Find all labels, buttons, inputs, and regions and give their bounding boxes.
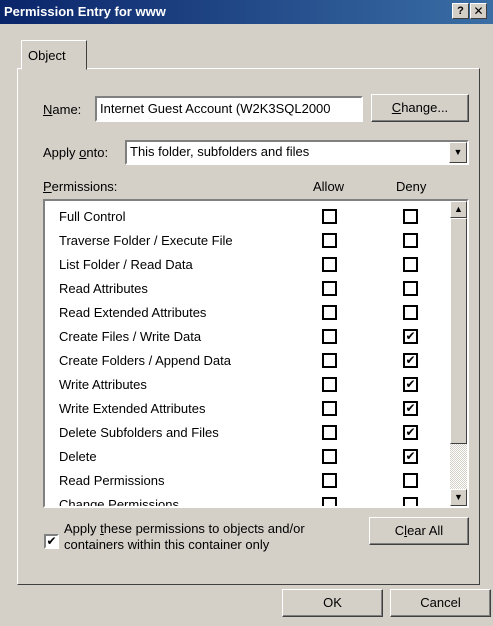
allow-checkbox[interactable]	[322, 425, 337, 440]
allow-checkbox[interactable]	[322, 233, 337, 248]
deny-checkbox[interactable]: ✔	[403, 329, 418, 344]
permission-row: Read Attributes	[59, 278, 439, 300]
name-label: Name:	[43, 102, 82, 117]
permission-name: Read Permissions	[59, 473, 165, 488]
checkmark-icon: ✔	[46, 534, 57, 548]
allow-checkbox[interactable]	[322, 305, 337, 320]
close-button[interactable]: ✕	[470, 3, 487, 19]
permission-name: List Folder / Read Data	[59, 257, 193, 272]
permission-name: Read Extended Attributes	[59, 305, 207, 320]
deny-checkbox[interactable]	[403, 281, 418, 296]
apply-containers-label: Apply these permissions to objects and/o…	[64, 521, 305, 552]
permission-name: Create Files / Write Data	[59, 329, 202, 344]
permission-row: Create Folders / Append Data ✔	[59, 350, 439, 372]
deny-header: Deny	[396, 179, 427, 194]
allow-checkbox[interactable]	[322, 497, 337, 506]
allow-checkbox[interactable]	[322, 449, 337, 464]
window-title: Permission Entry for www	[4, 4, 166, 19]
scroll-thumb[interactable]	[450, 218, 467, 444]
cancel-button[interactable]: Cancel	[390, 589, 491, 617]
deny-checkbox[interactable]	[403, 233, 418, 248]
deny-checkbox[interactable]: ✔	[403, 353, 418, 368]
permission-name: Change Permissions	[59, 497, 179, 508]
permission-row: Write Attributes ✔	[59, 374, 439, 396]
permission-name: Delete Subfolders and Files	[59, 425, 219, 440]
permission-name: Traverse Folder / Execute File	[59, 233, 233, 248]
ok-button[interactable]: OK	[282, 589, 383, 617]
permission-name: Read Attributes	[59, 281, 148, 296]
apply-onto-label: Apply onto:	[43, 145, 109, 160]
tab-object[interactable]: Object	[21, 40, 87, 70]
clear-all-button[interactable]: Clear All	[369, 517, 469, 545]
scrollbar[interactable]: ▲ ▼	[450, 201, 467, 506]
deny-checkbox[interactable]	[403, 473, 418, 488]
permission-row: Traverse Folder / Execute File	[59, 230, 439, 252]
allow-checkbox[interactable]	[322, 257, 337, 272]
deny-checkbox[interactable]: ✔	[403, 449, 418, 464]
permission-name: Write Attributes	[59, 377, 147, 392]
permissions-label: Permissions:	[43, 179, 118, 194]
allow-header: Allow	[313, 179, 345, 194]
deny-checkbox[interactable]	[403, 209, 418, 224]
permission-row: Change Permissions	[59, 494, 439, 508]
allow-checkbox[interactable]	[322, 281, 337, 296]
permissions-list[interactable]: Full Control Traverse Folder / Execute Fi…	[43, 199, 469, 508]
help-button[interactable]: ?	[452, 3, 469, 19]
permission-row: Read Extended Attributes	[59, 302, 439, 324]
permission-row: Delete Subfolders and Files ✔	[59, 422, 439, 444]
permission-name: Full Control	[59, 209, 126, 224]
allow-checkbox[interactable]	[322, 209, 337, 224]
allow-checkbox[interactable]	[322, 353, 337, 368]
deny-checkbox[interactable]: ✔	[403, 401, 418, 416]
permission-row: Create Files / Write Data ✔	[59, 326, 439, 348]
change-button[interactable]: Change...	[371, 94, 469, 122]
scroll-up-icon[interactable]: ▲	[450, 201, 467, 218]
permission-name: Delete	[59, 449, 97, 464]
permission-row: Read Permissions	[59, 470, 439, 492]
name-field[interactable]: Internet Guest Account (W2K3SQL2000	[95, 96, 363, 122]
allow-checkbox[interactable]	[322, 401, 337, 416]
scroll-down-icon[interactable]: ▼	[450, 489, 467, 506]
deny-checkbox[interactable]	[403, 497, 418, 506]
deny-checkbox[interactable]	[403, 257, 418, 272]
title-bar[interactable]: Permission Entry for www ? ✕	[0, 0, 493, 24]
tab-object-label: Object	[28, 48, 66, 63]
apply-onto-value: This folder, subfolders and files	[130, 144, 310, 159]
allow-checkbox[interactable]	[322, 473, 337, 488]
permission-name: Create Folders / Append Data	[59, 353, 231, 368]
permission-row: Delete ✔	[59, 446, 439, 468]
permission-row: List Folder / Read Data	[59, 254, 439, 276]
deny-checkbox[interactable]: ✔	[403, 425, 418, 440]
allow-checkbox[interactable]	[322, 329, 337, 344]
deny-checkbox[interactable]: ✔	[403, 377, 418, 392]
allow-checkbox[interactable]	[322, 377, 337, 392]
permission-name: Write Extended Attributes	[59, 401, 206, 416]
apply-containers-checkbox[interactable]: ✔	[44, 534, 59, 549]
deny-checkbox[interactable]	[403, 305, 418, 320]
permission-row: Write Extended Attributes ✔	[59, 398, 439, 420]
dropdown-arrow-icon[interactable]: ▼	[449, 142, 467, 163]
apply-onto-select[interactable]: This folder, subfolders and files ▼	[125, 140, 469, 165]
permission-row: Full Control	[59, 206, 439, 228]
